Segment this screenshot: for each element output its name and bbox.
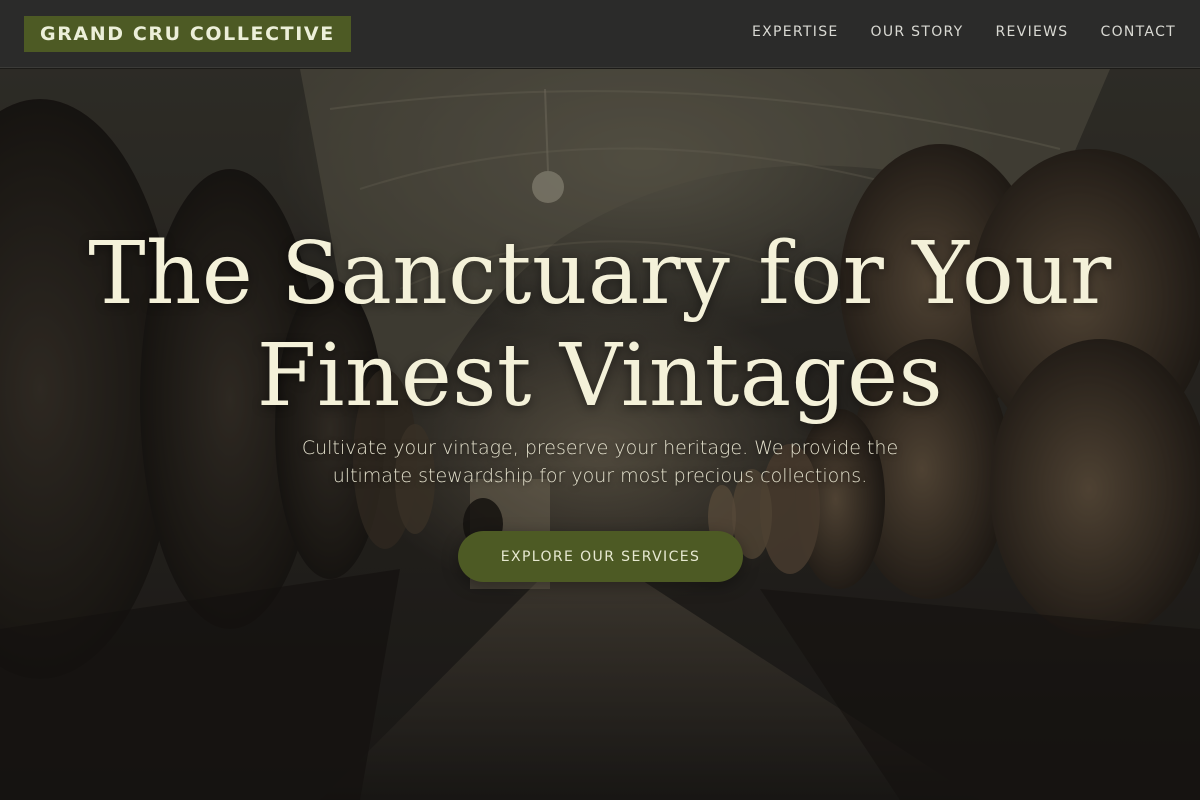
explore-services-button[interactable]: EXPLORE OUR SERVICES bbox=[458, 531, 743, 582]
nav-link-reviews[interactable]: REVIEWS bbox=[996, 24, 1069, 40]
main-nav: EXPERTISE OUR STORY REVIEWS CONTACT bbox=[752, 24, 1176, 40]
hero-title: The Sanctuary for Your Finest Vintages bbox=[0, 223, 1200, 427]
hero-title-line-2: Finest Vintages bbox=[256, 326, 944, 426]
nav-link-contact[interactable]: CONTACT bbox=[1101, 24, 1177, 40]
site-header: GRAND CRU COLLECTIVE EXPERTISE OUR STORY… bbox=[0, 0, 1200, 68]
hero-section: The Sanctuary for Your Finest Vintages C… bbox=[0, 69, 1200, 800]
hero-subtitle-line-1: Cultivate your vintage, preserve your he… bbox=[301, 437, 899, 459]
landing-page: GRAND CRU COLLECTIVE EXPERTISE OUR STORY… bbox=[0, 0, 1200, 800]
nav-link-expertise[interactable]: EXPERTISE bbox=[752, 24, 839, 40]
hero-title-line-1: The Sanctuary for Your bbox=[88, 224, 1112, 324]
brand-logo[interactable]: GRAND CRU COLLECTIVE bbox=[24, 16, 351, 52]
hero-subtitle: Cultivate your vintage, preserve your he… bbox=[250, 434, 950, 490]
hero-subtitle-line-2: ultimate stewardship for your most preci… bbox=[332, 465, 868, 487]
nav-link-our-story[interactable]: OUR STORY bbox=[871, 24, 964, 40]
